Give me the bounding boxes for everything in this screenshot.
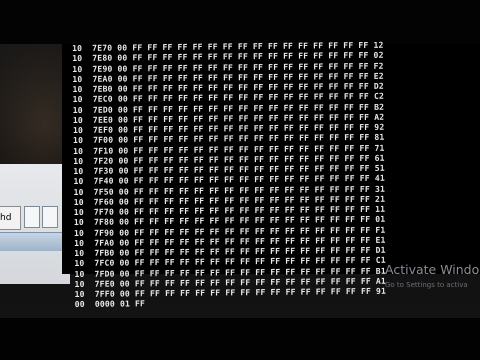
document-icon[interactable]	[42, 206, 58, 228]
activate-windows-hint: Go to Settings to activa	[385, 281, 468, 289]
top-bezel	[0, 0, 480, 44]
bottom-bezel	[0, 318, 480, 360]
photo-frame: hd 10 7E70 00 FF FF FF FF FF FF FF FF FF…	[0, 0, 480, 360]
document-icon[interactable]	[24, 206, 40, 228]
background-window-bar	[0, 232, 62, 251]
hex-dump-output: 10 7E70 00 FF FF FF FF FF FF FF FF FF FF…	[72, 40, 386, 310]
background-window-tab[interactable]: hd	[0, 206, 21, 230]
activate-windows-watermark: Activate Windo	[385, 262, 480, 277]
